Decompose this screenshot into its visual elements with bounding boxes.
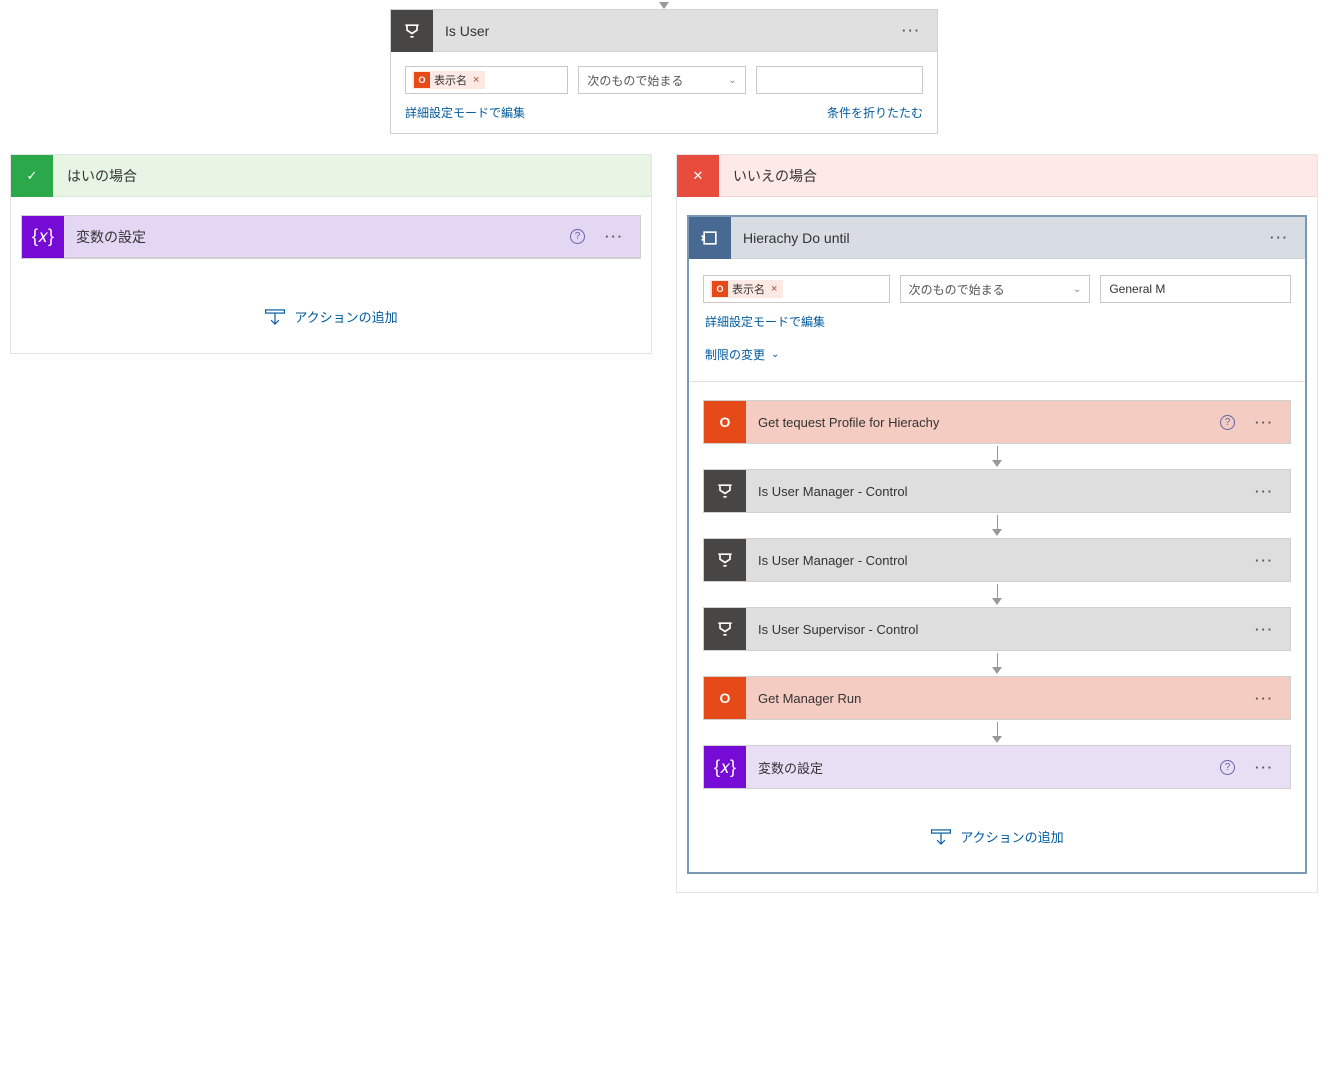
more-menu-button[interactable]: ···: [896, 19, 927, 42]
step-set-variable[interactable]: {𝑥} 変数の設定 ? ···: [703, 745, 1291, 789]
flow-arrow: [703, 446, 1291, 467]
step-title: Get tequest Profile for Hierachy: [746, 415, 1220, 430]
help-icon[interactable]: ?: [1220, 415, 1235, 430]
chip-remove-icon[interactable]: ×: [771, 283, 777, 295]
close-icon: ✕: [677, 155, 719, 197]
office-icon: O: [712, 281, 728, 297]
office-icon: O: [704, 401, 746, 443]
add-action-icon: [930, 829, 952, 845]
control-icon: [704, 470, 746, 512]
flow-arrow: [703, 584, 1291, 605]
do-until-title: Hierachy Do until: [731, 230, 1264, 246]
condition-expression-row: O 表示名 × 次のもので始まる ⌄: [391, 52, 937, 104]
dountil-condition-row: O 表示名 × 次のもので始まる ⌄ General M: [703, 271, 1291, 311]
chevron-down-icon: ⌄: [771, 349, 779, 360]
dynamic-content-chip[interactable]: O 表示名 ×: [412, 71, 485, 89]
variable-icon: {𝑥}: [22, 216, 64, 258]
more-menu-button[interactable]: ···: [1249, 480, 1280, 503]
more-menu-button[interactable]: ···: [1249, 549, 1280, 572]
action-title: 変数の設定: [64, 227, 570, 247]
flow-arrow: [703, 515, 1291, 536]
loop-icon: [689, 217, 731, 259]
dynamic-content-chip[interactable]: O 表示名 ×: [710, 280, 783, 298]
more-menu-button[interactable]: ···: [1249, 756, 1280, 779]
more-menu-button[interactable]: ···: [1249, 687, 1280, 710]
action-set-variable[interactable]: {𝑥} 変数の設定 ? ···: [21, 215, 641, 259]
step-is-user-manager-control-1[interactable]: Is User Manager - Control ···: [703, 469, 1291, 513]
branch-yes: ✓ はいの場合 {𝑥} 変数の設定 ? ···: [10, 154, 652, 354]
step-title: Get Manager Run: [746, 691, 1249, 706]
chevron-down-icon: ⌄: [728, 75, 736, 86]
add-action-label: アクションの追加: [294, 307, 397, 326]
advanced-mode-link[interactable]: 詳細設定モードで編集: [705, 313, 825, 330]
more-menu-button[interactable]: ···: [1249, 618, 1280, 641]
branch-no: ✕ いいえの場合 Hierachy Do until ···: [676, 154, 1318, 893]
variable-icon: {𝑥}: [704, 746, 746, 788]
change-limits-link[interactable]: 制限の変更 ⌄: [705, 346, 779, 363]
do-until-container[interactable]: Hierachy Do until ··· O 表示名 ×: [687, 215, 1307, 874]
chip-label: 表示名: [434, 72, 467, 88]
operator-label: 次のもので始まる: [909, 281, 1005, 298]
chevron-down-icon: ⌄: [1073, 284, 1081, 295]
more-menu-button[interactable]: ···: [1249, 411, 1280, 434]
step-is-user-supervisor-control[interactable]: Is User Supervisor - Control ···: [703, 607, 1291, 651]
chip-remove-icon[interactable]: ×: [473, 74, 479, 86]
more-menu-button[interactable]: ···: [1264, 226, 1295, 249]
add-action-button[interactable]: アクションの追加: [703, 819, 1291, 854]
branch-yes-header: ✓ はいの場合: [11, 155, 651, 197]
value-text: General M: [1109, 282, 1165, 296]
flow-arrow: [703, 653, 1291, 674]
advanced-mode-link[interactable]: 詳細設定モードで編集: [405, 104, 525, 121]
branch-no-header: ✕ いいえの場合: [677, 155, 1317, 197]
office-icon: O: [414, 72, 430, 88]
chip-label: 表示名: [732, 281, 765, 297]
more-menu-button[interactable]: ···: [599, 225, 630, 248]
branch-yes-title: はいの場合: [53, 166, 137, 186]
dountil-operator-select[interactable]: 次のもので始まる ⌄: [900, 275, 1091, 303]
help-icon[interactable]: ?: [1220, 760, 1235, 775]
step-title: Is User Supervisor - Control: [746, 622, 1249, 637]
condition-operator-select[interactable]: 次のもので始まる ⌄: [578, 66, 745, 94]
step-title: Is User Manager - Control: [746, 553, 1249, 568]
do-until-header[interactable]: Hierachy Do until ···: [689, 217, 1305, 259]
step-get-manager-run[interactable]: O Get Manager Run ···: [703, 676, 1291, 720]
operator-label: 次のもので始まる: [587, 72, 683, 89]
help-icon[interactable]: ?: [570, 229, 585, 244]
collapse-condition-link[interactable]: 条件を折りたたむ: [827, 104, 923, 121]
control-icon: [704, 608, 746, 650]
control-icon: [391, 10, 433, 52]
dountil-right-operand[interactable]: General M: [1100, 275, 1291, 303]
office-icon: O: [704, 677, 746, 719]
step-title: Is User Manager - Control: [746, 484, 1249, 499]
add-action-button[interactable]: アクションの追加: [21, 299, 641, 334]
condition-header[interactable]: Is User ···: [391, 10, 937, 52]
dountil-steps: O Get tequest Profile for Hierachy ? ···: [703, 400, 1291, 789]
flow-arrow: [703, 722, 1291, 743]
condition-title: Is User: [433, 23, 896, 39]
action-header[interactable]: {𝑥} 変数の設定 ? ···: [22, 216, 640, 258]
limit-link-label: 制限の変更: [705, 346, 765, 363]
control-icon: [704, 539, 746, 581]
step-get-request-profile[interactable]: O Get tequest Profile for Hierachy ? ···: [703, 400, 1291, 444]
step-title: 変数の設定: [746, 758, 1220, 777]
check-icon: ✓: [11, 155, 53, 197]
condition-left-operand[interactable]: O 表示名 ×: [405, 66, 568, 94]
condition-right-operand[interactable]: [756, 66, 923, 94]
step-is-user-manager-control-2[interactable]: Is User Manager - Control ···: [703, 538, 1291, 582]
condition-card-is-user[interactable]: Is User ··· O 表示名 × 次のもので始まる ⌄ 詳細設定モードで編…: [390, 9, 938, 134]
add-action-icon: [264, 309, 286, 325]
add-action-label: アクションの追加: [960, 827, 1063, 846]
dountil-left-operand[interactable]: O 表示名 ×: [703, 275, 890, 303]
branch-no-title: いいえの場合: [719, 166, 817, 186]
